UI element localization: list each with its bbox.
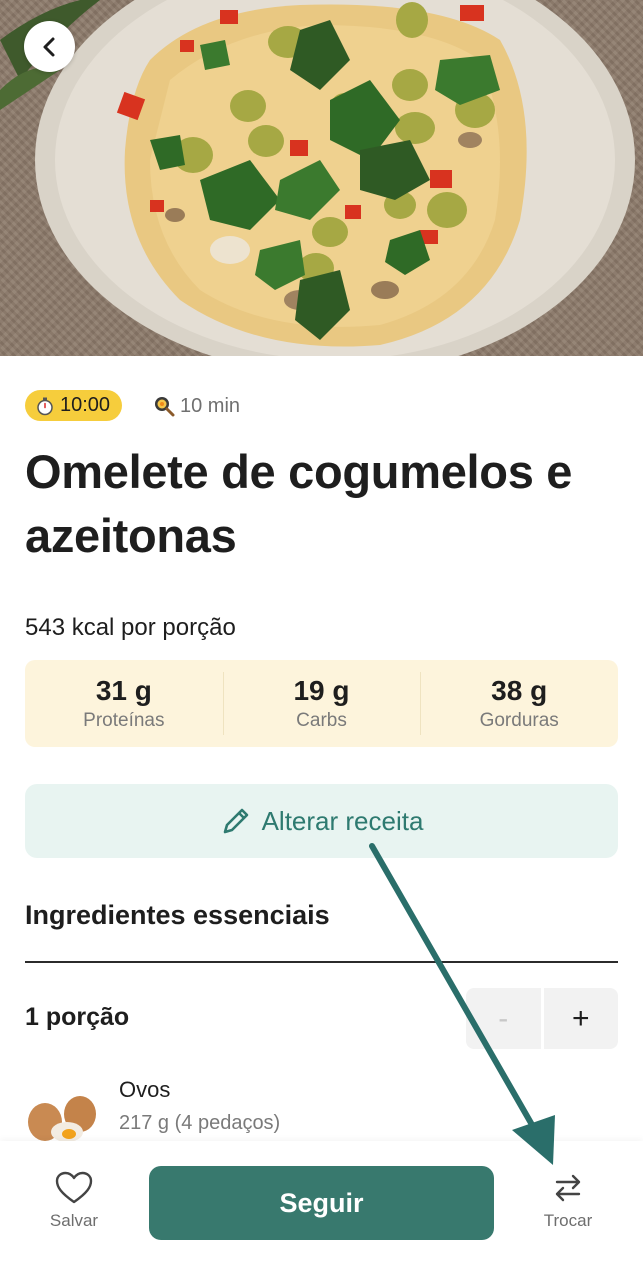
macro-label: Carbs: [296, 710, 347, 731]
recipe-title: Omelete de cogumelos e azeitonas: [25, 445, 573, 562]
back-button[interactable]: [24, 21, 75, 72]
macro-label: Proteínas: [83, 710, 165, 731]
cook-time: 10 min: [153, 392, 240, 420]
heart-icon: [55, 1171, 93, 1204]
stopwatch-icon: [37, 397, 53, 415]
eggs-image: [28, 1096, 96, 1142]
pencil-icon: [223, 808, 248, 834]
macros-panel: 31 g Proteínas 19 g Carbs 38 g Gorduras: [25, 660, 618, 747]
swap-label: Trocar: [543, 1211, 593, 1230]
alter-recipe-label: Alterar receita: [261, 805, 424, 836]
ingredient-item[interactable]: Ovos 217 g (4 pedaços): [25, 1074, 618, 1144]
macro-value: 38 g: [491, 675, 548, 706]
kcal-per-portion: 543 kcal por porção: [25, 614, 236, 641]
increase-portion-button[interactable]: +: [543, 988, 618, 1049]
macro-protein: 31 g Proteínas: [25, 660, 223, 747]
timer-badge[interactable]: 10:00: [25, 390, 123, 421]
chevron-left-icon: [43, 37, 54, 56]
alter-recipe-button[interactable]: Alterar receita: [25, 784, 618, 858]
ingredient-quantity: 217 g (4 pedaços): [119, 1112, 281, 1134]
macro-carbs: 19 g Carbs: [222, 660, 421, 747]
portion-stepper: - +: [466, 988, 618, 1049]
macro-value: 31 g: [95, 675, 152, 706]
save-label: Salvar: [49, 1211, 99, 1230]
timer-value: 10:00: [60, 394, 111, 416]
ingredient-name: Ovos: [119, 1077, 171, 1102]
swap-button[interactable]: Trocar: [518, 1171, 618, 1231]
follow-button[interactable]: Seguir: [149, 1166, 494, 1240]
decrease-portion-button[interactable]: -: [466, 988, 541, 1049]
macro-value: 19 g: [293, 675, 350, 706]
cook-time-value: 10 min: [180, 394, 241, 417]
frying-pan-icon: [155, 397, 175, 417]
save-button[interactable]: Salvar: [24, 1171, 124, 1231]
macro-fat: 38 g Gorduras: [420, 660, 618, 747]
recipe-hero-image: [0, 0, 643, 356]
macro-label: Gorduras: [479, 710, 559, 731]
omelette-photo: [0, 0, 635, 356]
bottom-action-bar: Salvar Seguir Trocar: [0, 1141, 643, 1280]
swap-arrows-icon: [555, 1174, 581, 1202]
portion-label: 1 porção: [25, 1003, 130, 1031]
ingredients-title: Ingredientes essenciais: [25, 900, 330, 930]
section-divider: [25, 961, 618, 963]
